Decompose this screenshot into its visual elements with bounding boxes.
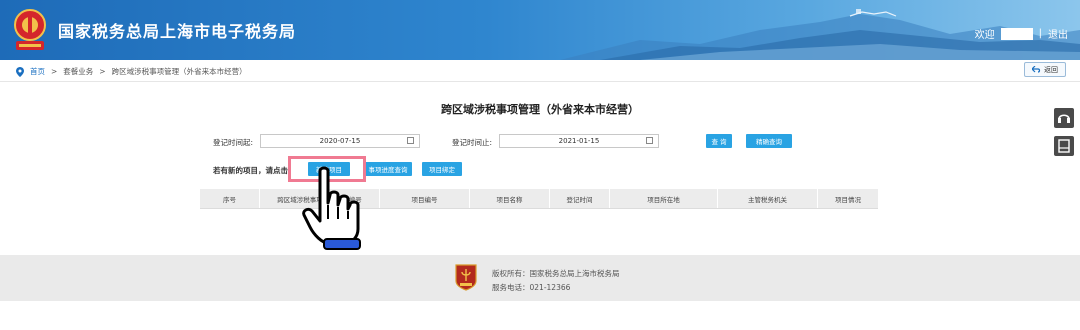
breadcrumb-separator: > — [51, 67, 58, 76]
welcome-label: 欢迎 — [974, 30, 995, 41]
new-project-prompt: 若有新的项目，请点击： — [213, 166, 296, 175]
back-button[interactable]: 返回 — [1024, 62, 1066, 77]
register-from-label: 登记时间起: — [213, 138, 254, 147]
project-bind-button[interactable]: 项目绑定 — [422, 162, 462, 176]
breadcrumb-separator: > — [99, 67, 106, 76]
footer-phone: 服务电话：021-12366 — [492, 283, 571, 292]
register-from-value: 2020-07-15 — [319, 137, 361, 145]
headset-icon — [1058, 114, 1070, 123]
page-title: 跨区域涉税事项管理（外省来本市经营） — [441, 103, 639, 116]
document-icon — [1058, 139, 1070, 153]
column-header: 项目名称 — [470, 189, 550, 208]
column-header: 序号 — [200, 189, 260, 208]
document-button[interactable] — [1054, 136, 1074, 156]
tax-emblem-icon — [455, 264, 477, 291]
location-pin-icon — [16, 66, 24, 77]
column-header: 项目所在地 — [610, 189, 718, 208]
register-to-value: 2021-01-15 — [558, 137, 600, 145]
register-from-field[interactable]: 2020-07-15 — [260, 134, 420, 148]
user-bar: 欢迎 | 退出 — [975, 26, 1068, 41]
progress-query-button[interactable]: 事项进度查询 — [364, 162, 412, 176]
breadcrumb-level2: 跨区域涉税事项管理（外省来本市经营） — [111, 67, 247, 76]
logout-link[interactable]: 退出 — [1048, 26, 1068, 41]
customer-service-button[interactable] — [1054, 108, 1074, 128]
query-button[interactable]: 查 询 — [706, 134, 732, 148]
column-header: 项目编号 — [380, 189, 470, 208]
calendar-icon[interactable] — [407, 137, 414, 144]
register-to-label: 登记时间止: — [452, 138, 493, 147]
userbar-divider: | — [1038, 28, 1042, 39]
register-to-field[interactable]: 2021-01-15 — [499, 134, 659, 148]
column-header: 主管税务机关 — [718, 189, 818, 208]
breadcrumb: 首页 > 套餐业务 > 跨区域涉税事项管理（外省来本市经营） — [16, 66, 247, 77]
divider — [0, 81, 1080, 82]
site-header: 国家税务总局上海市电子税务局 欢迎 | 退出 — [0, 0, 1080, 60]
breadcrumb-home[interactable]: 首页 — [30, 66, 45, 77]
column-header: 登记时间 — [550, 189, 610, 208]
username-masked — [1000, 27, 1033, 40]
column-header: 项目情况 — [835, 195, 861, 204]
tax-emblem-icon — [14, 9, 46, 50]
hand-pointer-icon — [302, 166, 361, 250]
exact-query-button[interactable]: 精确查询 — [746, 134, 792, 148]
breadcrumb-level1[interactable]: 套餐业务 — [63, 66, 93, 77]
calendar-icon[interactable] — [646, 137, 653, 144]
return-arrow-icon — [1032, 66, 1041, 73]
footer-copyright: 版权所有：国家税务总局上海市税务局 — [492, 269, 620, 278]
site-title: 国家税务总局上海市电子税务局 — [58, 22, 297, 41]
back-button-label: 返回 — [1044, 65, 1058, 74]
